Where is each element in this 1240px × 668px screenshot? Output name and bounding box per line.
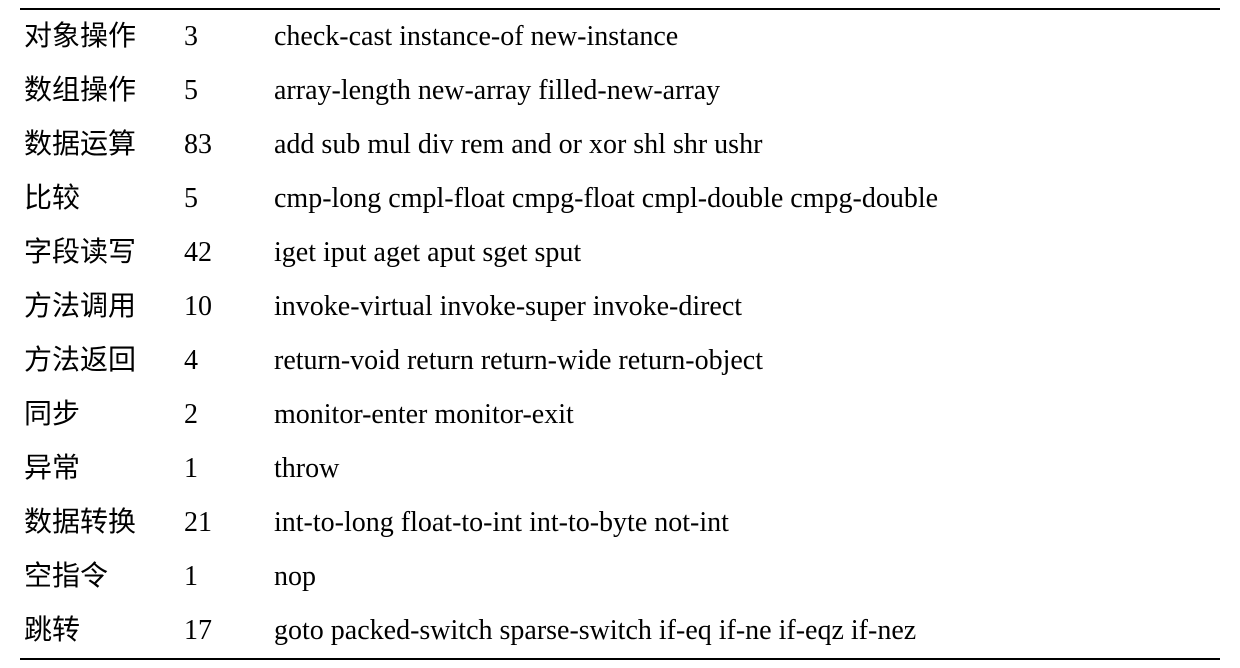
count-cell: 10 — [180, 280, 270, 334]
category-cell: 异常 — [20, 442, 180, 496]
table-row: 同步 2 monitor-enter monitor-exit — [20, 388, 1220, 442]
category-cell: 对象操作 — [20, 9, 180, 64]
category-cell: 方法调用 — [20, 280, 180, 334]
count-cell: 2 — [180, 388, 270, 442]
count-cell: 4 — [180, 334, 270, 388]
table-row: 跳转 17 goto packed-switch sparse-switch i… — [20, 604, 1220, 659]
table-row: 空指令 1 nop — [20, 550, 1220, 604]
category-cell: 数据运算 — [20, 118, 180, 172]
category-cell: 跳转 — [20, 604, 180, 659]
count-cell: 1 — [180, 550, 270, 604]
table-row: 比较 5 cmp-long cmpl-float cmpg-float cmpl… — [20, 172, 1220, 226]
examples-cell: return-void return return-wide return-ob… — [270, 334, 1220, 388]
opcode-table-body: 对象操作 3 check-cast instance-of new-instan… — [20, 9, 1220, 659]
examples-cell: cmp-long cmpl-float cmpg-float cmpl-doub… — [270, 172, 1220, 226]
count-cell: 3 — [180, 9, 270, 64]
count-cell: 1 — [180, 442, 270, 496]
category-cell: 字段读写 — [20, 226, 180, 280]
examples-cell: invoke-virtual invoke-super invoke-direc… — [270, 280, 1220, 334]
category-cell: 方法返回 — [20, 334, 180, 388]
count-cell: 5 — [180, 64, 270, 118]
count-cell: 42 — [180, 226, 270, 280]
examples-cell: add sub mul div rem and or xor shl shr u… — [270, 118, 1220, 172]
examples-cell: iget iput aget aput sget sput — [270, 226, 1220, 280]
opcode-table: 对象操作 3 check-cast instance-of new-instan… — [20, 8, 1220, 660]
table-row: 方法调用 10 invoke-virtual invoke-super invo… — [20, 280, 1220, 334]
table-row: 数据运算 83 add sub mul div rem and or xor s… — [20, 118, 1220, 172]
examples-cell: int-to-long float-to-int int-to-byte not… — [270, 496, 1220, 550]
count-cell: 17 — [180, 604, 270, 659]
examples-cell: nop — [270, 550, 1220, 604]
count-cell: 5 — [180, 172, 270, 226]
examples-cell: monitor-enter monitor-exit — [270, 388, 1220, 442]
table-row: 数据转换 21 int-to-long float-to-int int-to-… — [20, 496, 1220, 550]
category-cell: 比较 — [20, 172, 180, 226]
table-row: 对象操作 3 check-cast instance-of new-instan… — [20, 9, 1220, 64]
category-cell: 数据转换 — [20, 496, 180, 550]
count-cell: 21 — [180, 496, 270, 550]
examples-cell: throw — [270, 442, 1220, 496]
opcode-table-container: 对象操作 3 check-cast instance-of new-instan… — [0, 0, 1240, 668]
examples-cell: goto packed-switch sparse-switch if-eq i… — [270, 604, 1220, 659]
table-row: 数组操作 5 array-length new-array filled-new… — [20, 64, 1220, 118]
category-cell: 同步 — [20, 388, 180, 442]
category-cell: 空指令 — [20, 550, 180, 604]
table-row: 方法返回 4 return-void return return-wide re… — [20, 334, 1220, 388]
category-cell: 数组操作 — [20, 64, 180, 118]
table-row: 异常 1 throw — [20, 442, 1220, 496]
count-cell: 83 — [180, 118, 270, 172]
examples-cell: check-cast instance-of new-instance — [270, 9, 1220, 64]
examples-cell: array-length new-array filled-new-array — [270, 64, 1220, 118]
table-row: 字段读写 42 iget iput aget aput sget sput — [20, 226, 1220, 280]
